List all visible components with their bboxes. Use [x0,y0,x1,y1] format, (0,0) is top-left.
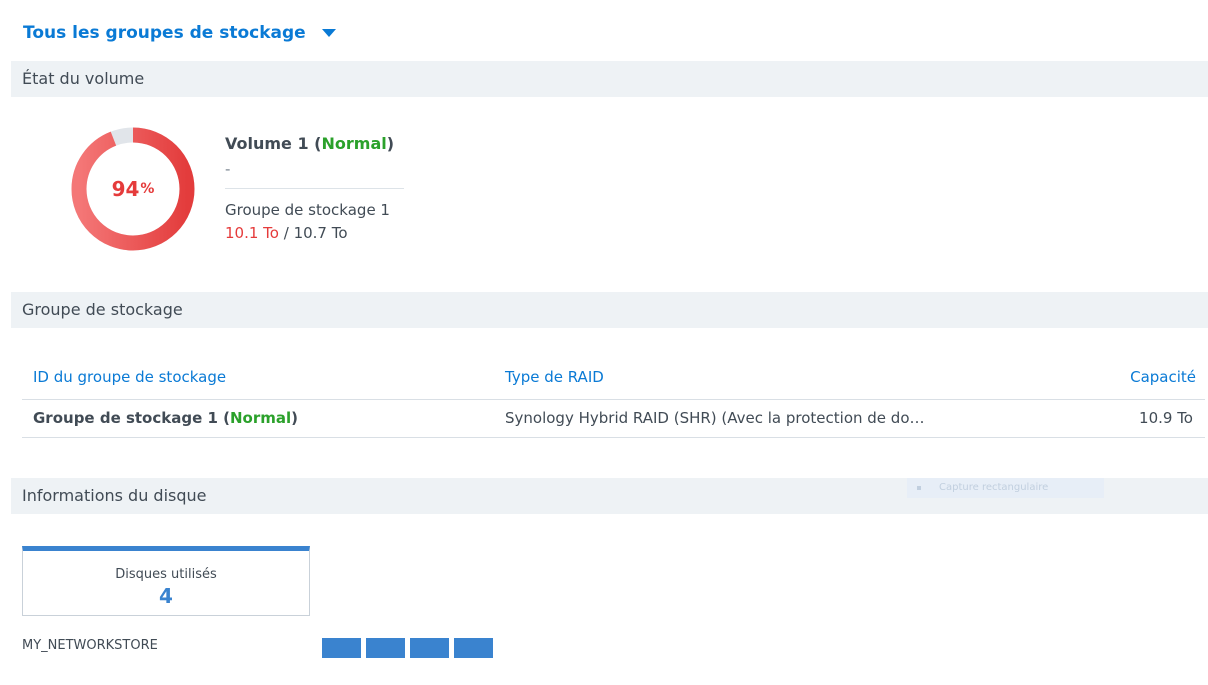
disk-slot-3[interactable] [410,638,449,658]
volume-divider [225,188,404,189]
volume-total: 10.7 To [293,224,348,242]
column-header-pool-id[interactable]: ID du groupe de stockage [33,368,226,386]
column-header-raid-type[interactable]: Type de RAID [505,368,604,386]
disks-used-card: Disques utilisés 4 [22,546,310,616]
chevron-down-icon[interactable] [321,29,336,37]
donut-percent-value: 94 [111,177,140,201]
disk-slots [322,638,493,658]
disk-slot-1[interactable] [322,638,361,658]
pool-row-capacity: 10.9 To [1139,409,1193,427]
capture-icon [917,486,921,490]
volume-pool-name: Groupe de stockage 1 [225,201,390,219]
section-header-volume-status: État du volume [11,61,1208,97]
table-row-divider [22,437,1205,438]
capture-tooltip-text: Capture rectangulaire [939,482,1049,493]
pool-selector-dropdown[interactable]: Tous les groupes de stockage [23,22,336,44]
pool-selector-label: Tous les groupes de stockage [23,23,306,43]
donut-percent-sign: % [140,181,155,197]
volume-used: 10.1 To [225,224,279,242]
volume-description: - [225,160,231,178]
capture-tooltip-overlay: Capture rectangulaire [907,478,1104,498]
disks-used-count: 4 [159,584,173,608]
pool-row-name: Groupe de stockage 1 [33,409,218,427]
volume-name: Volume 1 [225,134,309,153]
pool-row-raid-type: Synology Hybrid RAID (SHR) (Avec la prot… [505,409,925,427]
volume-title: Volume 1 (Normal) [225,134,395,153]
section-header-storage-pool: Groupe de stockage [11,292,1208,328]
column-header-capacity[interactable]: Capacité [1130,368,1196,386]
pool-row-id[interactable]: Groupe de stockage 1 (Normal) [33,409,298,427]
disk-slot-4[interactable] [454,638,493,658]
pool-row-status-badge: Normal [230,409,292,427]
nas-host-name: MY_NETWORKSTORE [22,638,158,653]
donut-percent-label: 94% [70,126,196,252]
disks-used-title: Disques utilisés [115,567,217,582]
volume-usage-separator: / [278,224,294,242]
volume-usage: 10.1 To / 10.7 To [225,224,348,242]
volume-status-badge: Normal [321,134,387,153]
table-header-divider [22,399,1205,400]
disk-slot-2[interactable] [366,638,405,658]
